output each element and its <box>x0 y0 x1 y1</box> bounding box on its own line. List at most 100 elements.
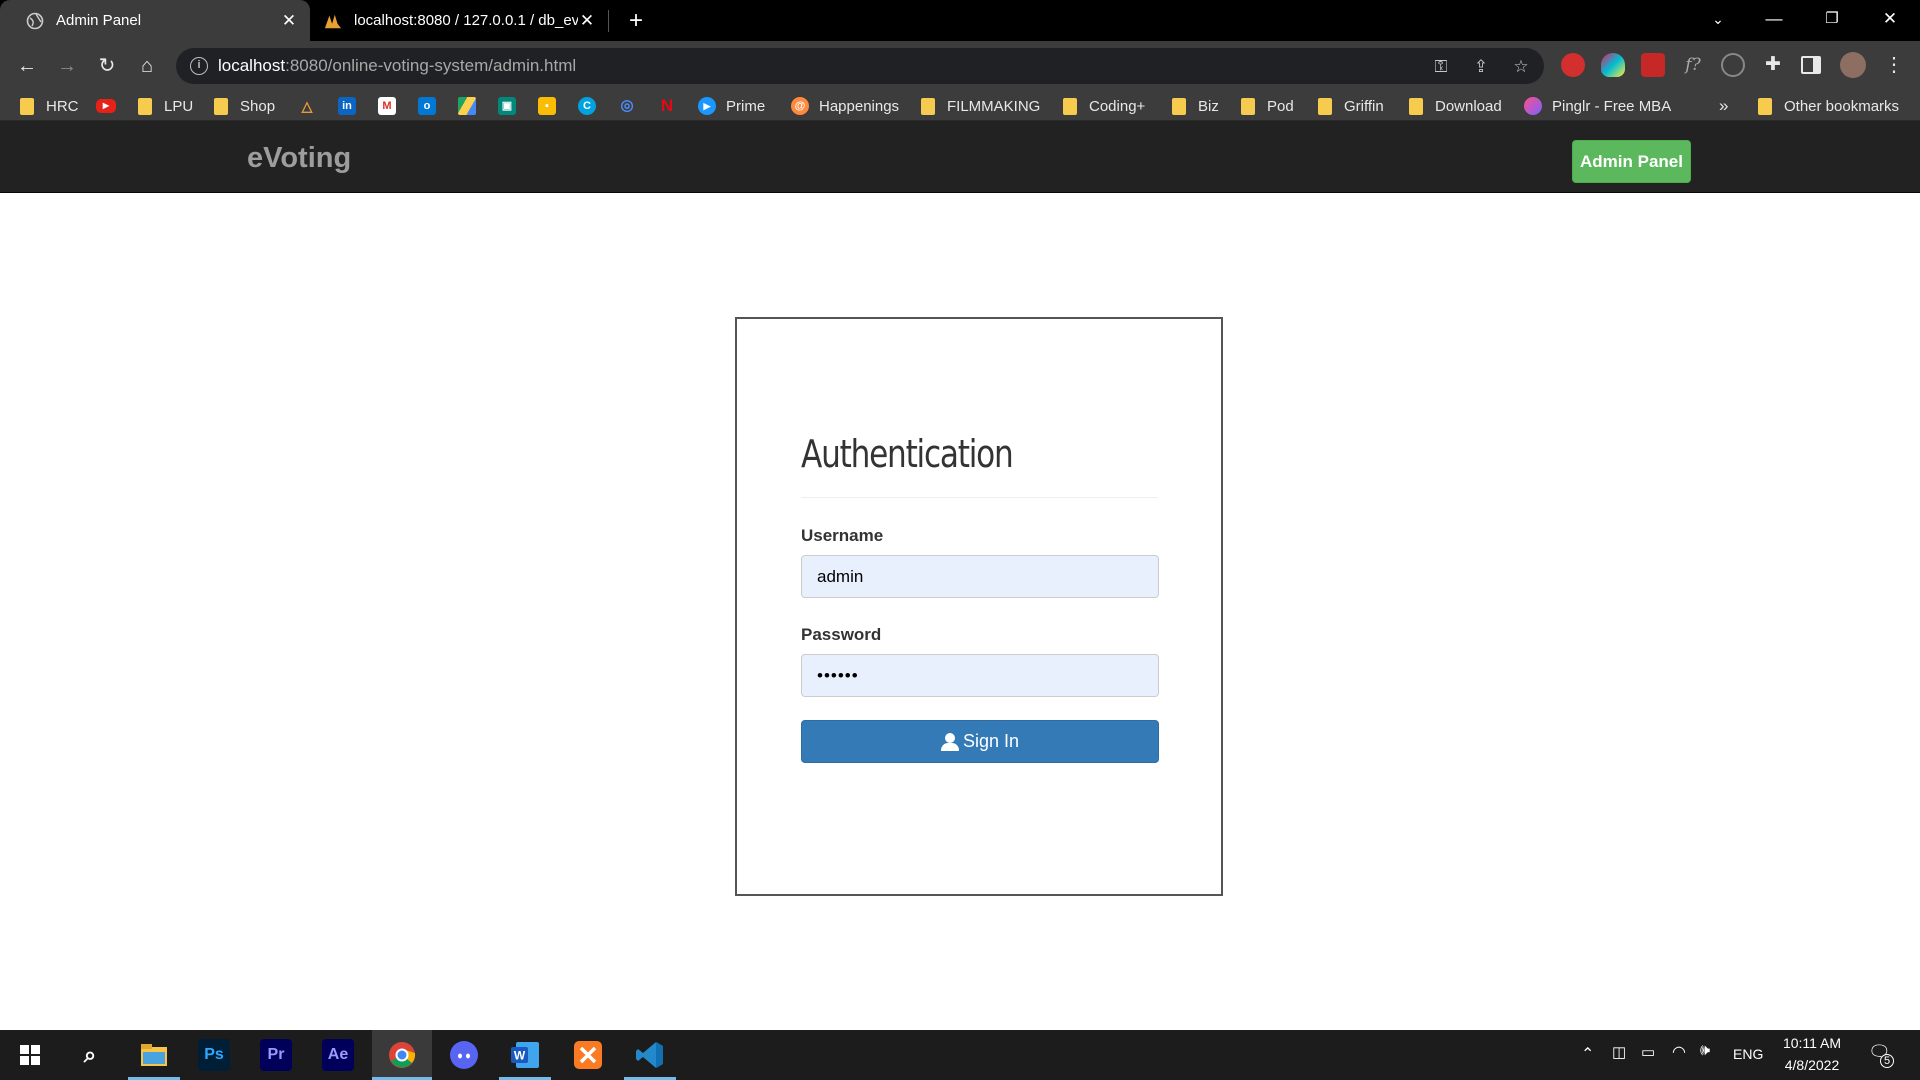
bookmark-other[interactable]: Other bookmarks <box>1758 95 1899 117</box>
password-label: Password <box>801 625 882 644</box>
tab-search-icon[interactable]: ⌄ <box>1690 0 1746 38</box>
prime-icon: ▶ <box>698 97 716 115</box>
windows-start-icon[interactable] <box>12 1037 48 1073</box>
file-explorer-icon[interactable] <box>136 1037 172 1073</box>
profile-avatar[interactable] <box>1840 52 1866 78</box>
meet-now-icon[interactable]: ◫ <box>1612 1043 1626 1061</box>
chrome-taskbar-button[interactable] <box>372 1030 432 1080</box>
heart-extension-icon[interactable] <box>1601 53 1625 77</box>
happenings-icon: @ <box>791 97 809 115</box>
bookmark-linkedin[interactable]: in <box>338 95 366 117</box>
linkedin-icon: in <box>338 97 356 115</box>
bookmark-drive[interactable] <box>458 95 486 117</box>
back-icon[interactable]: ← <box>12 51 42 81</box>
restore-button[interactable]: ❐ <box>1804 0 1860 38</box>
bookmark-filmmaking[interactable]: FILMMAKING <box>921 95 1040 117</box>
address-bar[interactable]: i localhost:8080/online-voting-system/ad… <box>176 48 1544 84</box>
bookmark-outlook[interactable]: o <box>418 95 446 117</box>
extensions-puzzle-icon[interactable]: ✚ <box>1761 53 1785 77</box>
bookmark-pinglr[interactable]: Pinglr - Free MBA <box>1524 95 1671 117</box>
clock-time[interactable]: 10:11 AM <box>1782 1035 1842 1051</box>
folder-icon <box>138 97 152 115</box>
folder-icon <box>1318 97 1332 115</box>
site-info-icon[interactable]: i <box>190 57 208 75</box>
adblock-extension-icon[interactable] <box>1561 53 1585 77</box>
svg-text:W: W <box>514 1049 526 1063</box>
language-indicator[interactable]: ENG <box>1733 1046 1763 1062</box>
bookmark-youtube[interactable]: ▶ <box>96 95 126 117</box>
formula-extension-icon[interactable]: f? <box>1681 53 1705 77</box>
bookmark-hrc[interactable]: HRC <box>20 95 79 117</box>
tab-title: Admin Panel <box>56 12 142 29</box>
bookmark-podcast[interactable]: ◎ <box>618 95 646 117</box>
sign-in-button[interactable]: Sign In <box>801 720 1159 763</box>
bookmark-meet[interactable]: ▣ <box>498 95 526 117</box>
reload-icon[interactable]: ↻ <box>92 51 122 81</box>
share-icon[interactable]: ⇪ <box>1470 56 1492 78</box>
username-label: Username <box>801 526 884 545</box>
folder-icon <box>214 97 228 115</box>
vscode-icon[interactable] <box>632 1037 668 1073</box>
folder-icon <box>1063 97 1077 115</box>
youtube-icon: ▶ <box>96 99 116 113</box>
close-tab-icon[interactable]: ✕ <box>280 11 298 30</box>
browser-tab-bar: Admin Panel ✕ localhost:8080 / 127.0.0.1… <box>0 0 1920 41</box>
bookmark-gmail[interactable]: M <box>378 95 406 117</box>
bookmark-star-icon[interactable]: ☆ <box>1510 56 1532 78</box>
sync-extension-icon[interactable] <box>1721 53 1745 77</box>
user-icon <box>940 732 959 751</box>
folder-icon <box>20 97 34 115</box>
tab-phpmyadmin[interactable]: localhost:8080 / 127.0.0.1 / db_ev ✕ <box>318 0 606 41</box>
phpmyadmin-icon <box>324 12 342 30</box>
discord-icon[interactable] <box>446 1037 482 1073</box>
premiere-icon[interactable]: Pr <box>260 1039 292 1071</box>
bookmark-download[interactable]: Download <box>1409 95 1502 117</box>
url-text[interactable]: localhost:8080/online-voting-system/admi… <box>218 56 576 76</box>
clock-date[interactable]: 4/8/2022 <box>1780 1057 1844 1073</box>
key-icon[interactable]: ⚿ <box>1430 56 1452 78</box>
keep-icon: ▪ <box>538 97 556 115</box>
brand-logo[interactable]: eVoting <box>247 142 351 175</box>
after-effects-icon[interactable]: Ae <box>322 1039 354 1071</box>
bookmark-netflix[interactable]: N <box>658 95 686 117</box>
battery-icon[interactable]: ▭ <box>1641 1043 1655 1061</box>
bookmark-happenings[interactable]: @ Happenings <box>791 95 899 117</box>
netflix-icon: N <box>660 96 674 115</box>
wifi-icon[interactable]: ◠ <box>1672 1042 1686 1062</box>
menu-kebab-icon[interactable]: ⋮ <box>1884 53 1904 77</box>
meet-icon: ▣ <box>498 97 516 115</box>
tab-admin-panel[interactable]: Admin Panel ✕ <box>0 0 310 41</box>
password-input[interactable]: •••••• <box>801 654 1159 697</box>
search-icon[interactable]: ⌕ <box>72 1037 108 1073</box>
close-window-button[interactable]: ✕ <box>1862 0 1918 38</box>
bookmark-lpu[interactable]: LPU <box>138 95 193 117</box>
bookmark-shop[interactable]: Shop <box>214 95 275 117</box>
volume-icon[interactable]: 🕪 <box>1700 1042 1710 1060</box>
bookmark-coding[interactable]: Coding+ <box>1063 95 1145 117</box>
minimize-button[interactable]: — <box>1746 0 1802 38</box>
bookmark-biz[interactable]: Biz <box>1172 95 1219 117</box>
bookmark-pod[interactable]: Pod <box>1241 95 1294 117</box>
close-tab-icon[interactable]: ✕ <box>578 11 596 30</box>
bookmark-prime[interactable]: ▶ Prime <box>698 95 765 117</box>
bookmark-canva[interactable]: C <box>578 95 606 117</box>
photoshop-icon[interactable]: Ps <box>198 1039 230 1071</box>
xampp-icon[interactable] <box>570 1037 606 1073</box>
word-icon[interactable]: W <box>507 1037 543 1073</box>
podcast-icon: ◎ <box>620 97 634 114</box>
admin-panel-button[interactable]: Admin Panel <box>1572 140 1691 183</box>
home-icon[interactable]: ⌂ <box>132 51 162 81</box>
bookmark-griffin[interactable]: Griffin <box>1318 95 1384 117</box>
bookmark-keep[interactable]: ▪ <box>538 95 566 117</box>
side-panel-icon[interactable] <box>1801 56 1821 74</box>
sign-in-label: Sign In <box>962 731 1020 751</box>
forward-icon[interactable]: → <box>52 51 82 81</box>
red-extension-icon[interactable] <box>1641 53 1665 77</box>
bookmarks-overflow-button[interactable]: » <box>1719 95 1728 117</box>
bookmark-triangle[interactable]: △ <box>298 95 326 117</box>
outlook-icon: o <box>418 97 436 115</box>
tray-chevron-icon[interactable]: ⌃ <box>1581 1044 1594 1064</box>
folder-icon <box>1758 97 1772 115</box>
new-tab-button[interactable]: + <box>622 7 650 35</box>
username-input[interactable]: admin <box>801 555 1159 598</box>
